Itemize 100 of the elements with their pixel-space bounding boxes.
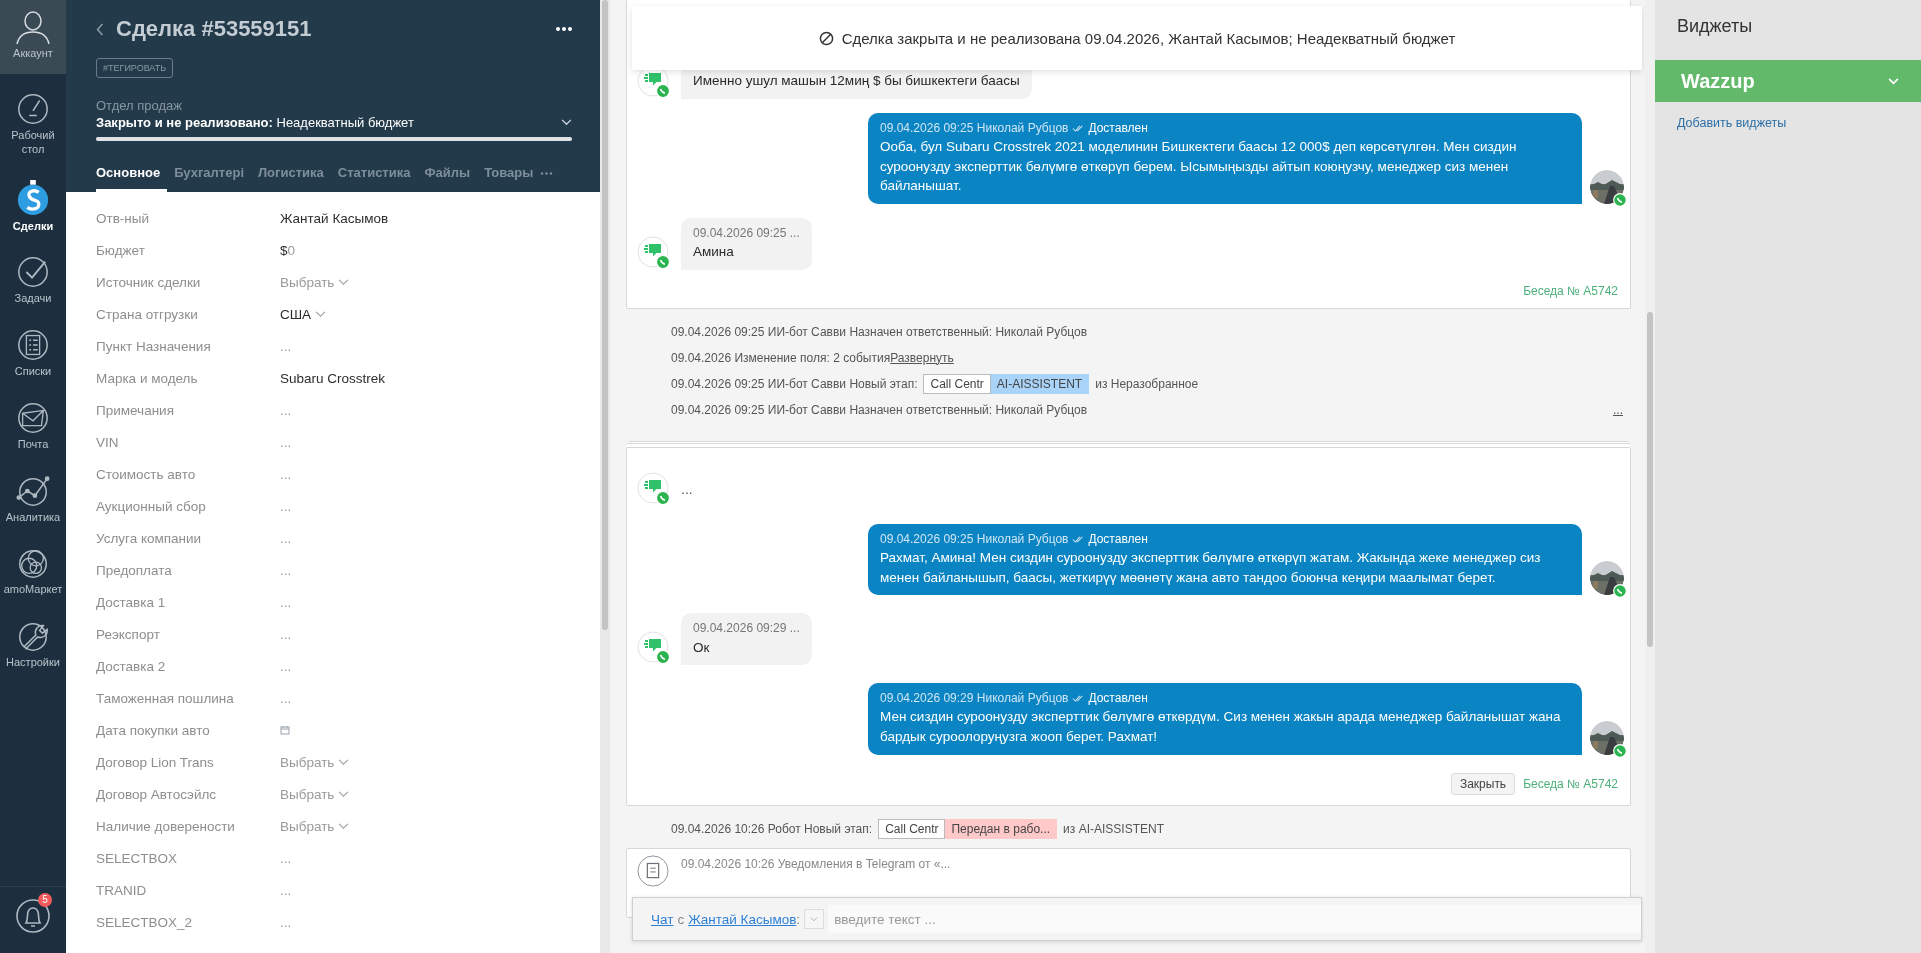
input-label: : [796,911,801,927]
nav-item[interactable]: Задачи [0,243,66,316]
chat-bot-icon [637,235,671,270]
nav-item[interactable]: Сделки [0,166,66,244]
message-bubble: 09.04.2026 09:25 Николай Рубцов Доставлен Ооба, бул Subaru Crosstrek 2021 моделинин Бишкектеги баасы 12 000$ деп көрсөтүлгөн. Мен сиздин суроонузду эксперттик бөлүмгө өткөрүп берем. Ысымыңызды айтып коюңузчу, менеджер сиз менен байланышат. [868,112,1582,204]
tab[interactable]: Статистика [330,165,418,192]
expand-link[interactable]: Развернуть [890,350,954,365]
field-value[interactable]: ... [280,626,292,642]
input-label: с [677,911,685,927]
conversation-link[interactable]: Беседа № A5742 [1523,283,1618,298]
field-value[interactable]: ... [280,850,292,866]
caret-icon [338,790,350,798]
field-label: SELECTBOX_2 [96,914,194,930]
nav-item[interactable]: Настройки [0,607,66,680]
nav-item[interactable]: Аналитика [0,461,66,535]
scrollbar[interactable] [1645,0,1655,953]
stage-tag: Передан в рабо... [945,818,1058,839]
status-dropdown[interactable]: Закрыто и не реализовано: Неадекватный бюджет [96,115,572,130]
nav-item[interactable]: Рабочий стол [0,80,66,167]
recipient-dropdown[interactable] [804,909,825,929]
deals-icon [16,178,50,217]
stage-tag: Call Centr [923,373,991,394]
caret-icon [338,822,350,830]
message-bubble: 09.04.2026 09:25 ... Амина [681,217,812,270]
double-check-icon [1072,124,1085,132]
field-select[interactable]: Выбрать [280,818,350,834]
field-value[interactable]: Жантай Касымов [280,210,389,226]
event-text: 09.04.2026 09:25 ИИ-бот Савви Назначен ответственный: Николай Рубцов [671,402,1088,417]
more-link[interactable]: ... [1613,402,1623,417]
pipeline-name: Отдел продаж [96,98,183,113]
tab[interactable]: Логистика [251,165,331,192]
caret-icon [338,758,350,766]
field-label: Таможенная пошлина [96,690,235,706]
field-label: Договор Автосэйлс [96,786,218,802]
field-label: Доставка 2 [96,658,167,674]
tab[interactable]: Бухгалтері [167,165,251,192]
nav-item[interactable]: Почта [0,388,66,462]
caret-icon [315,310,327,318]
field-value[interactable]: ... [280,498,292,514]
document-icon [637,854,669,887]
close-button[interactable]: Закрыть [1450,772,1516,795]
event-text: 09.04.2026 09:25 ИИ-бот Савви Назначен ответственный: Николай Рубцов [671,324,1088,339]
chat-bot-icon [637,471,671,506]
gauge-icon [16,92,50,126]
tab[interactable]: Основное [96,165,168,192]
event-text: 09.04.2026 Изменение поля: 2 событияРазвернуть [671,350,954,365]
field-value[interactable]: Subaru Crosstrek [280,370,386,386]
field-value[interactable]: ... [280,882,292,898]
field-value[interactable]: ... [280,338,292,354]
stage-tag: Call Centr [878,818,946,839]
field-value[interactable]: ... [280,914,292,930]
add-widgets-link[interactable]: Добавить виджеты [1655,102,1921,130]
field-select[interactable]: Выбрать [280,754,350,770]
scrollbar[interactable] [600,0,610,953]
caret-icon[interactable] [1888,77,1899,85]
field-value[interactable]: ... [280,562,292,578]
field-value[interactable]: ... [280,466,292,482]
whatsapp-icon [1613,584,1627,599]
field-select[interactable]: США [280,306,327,322]
field-value[interactable]: $0 [280,242,296,258]
tag-button[interactable]: #ТЕГИРОВАТЬ [96,58,174,78]
tab[interactable]: Товары [477,165,541,192]
caret-icon [810,916,819,922]
message-input[interactable]: введите текст ... [828,905,1641,933]
chat-link[interactable]: Чат [651,911,674,927]
field-label: SELECTBOX [96,850,179,866]
field-label: Страна отгрузки [96,306,199,322]
field-label: Договор Lion Trans [96,754,215,770]
field-value[interactable]: ... [280,594,292,610]
field-value[interactable]: ... [280,690,292,706]
double-check-icon [1072,695,1085,703]
field-label: Источник сделки [96,274,202,290]
more-icon[interactable] [556,27,572,31]
caret-icon [338,278,350,286]
nav-item[interactable]: Аккаунт [0,0,66,74]
chart-line-icon [16,473,50,508]
field-value[interactable]: ... [280,402,292,418]
field-select[interactable]: Выбрать [280,274,350,290]
nav-item[interactable]: Списки [0,316,66,389]
calendar-icon[interactable] [280,725,290,735]
tab[interactable]: Файлы [417,165,478,192]
field-label: Предоплата [96,562,173,578]
field-value[interactable]: ... [280,530,292,546]
conversation-link[interactable]: Беседа № A5742 [1523,776,1618,791]
nav-item[interactable]: amoМаркет [0,534,66,607]
field-label: TRANID [96,882,148,898]
user-icon [13,8,53,44]
field-select[interactable]: Выбрать [280,786,350,802]
field-value[interactable]: ... [280,658,292,674]
chat-bot-icon [637,631,671,666]
checkmark-icon [16,255,50,290]
field-label: VIN [96,434,120,450]
field-label: Услуга компании [96,530,203,546]
field-label: Стоимость авто [96,466,197,482]
field-label: Пункт Назначения [96,338,212,354]
event-text: 09.04.2026 09:25 ИИ-бот Савви Новый этап: [671,376,918,391]
message-bubble: 09.04.2026 09:29 ... Ок [681,613,812,666]
widget-header[interactable]: Wazzup [1655,60,1921,102]
field-value[interactable]: ... [280,434,292,450]
back-icon[interactable] [96,22,104,36]
